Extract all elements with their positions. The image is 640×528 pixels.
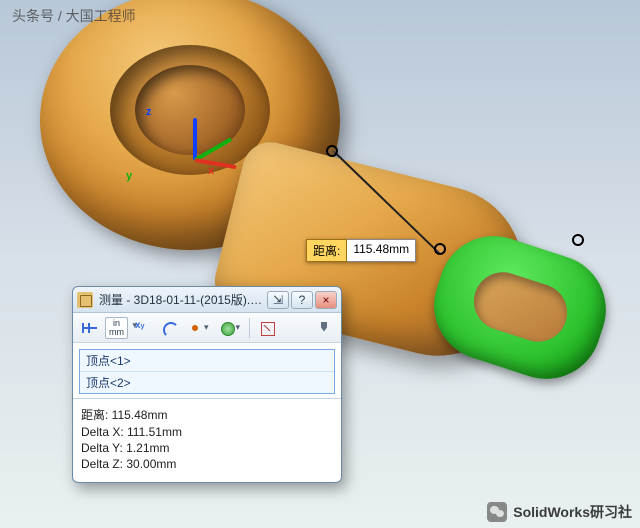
chart-icon [259, 320, 275, 336]
axis-x-label: x [208, 165, 214, 177]
units-bottom: mm [109, 328, 124, 337]
arc-icon [161, 320, 177, 336]
xyz-delta-button[interactable]: xy [132, 317, 154, 339]
globe-icon [219, 320, 235, 336]
panel-help-button[interactable]: ? [291, 291, 313, 309]
measure-point-2[interactable] [572, 234, 584, 246]
measure-icon [77, 292, 93, 308]
projected-on-button[interactable]: ▾ [216, 317, 244, 339]
panel-titlebar[interactable]: 测量 - 3D18-01-11-(2015版).SL... ⇲ ? × [73, 287, 341, 313]
point-measure-button[interactable]: ▾ [184, 317, 212, 339]
measure-point-1[interactable] [326, 145, 338, 157]
watermark-text: SolidWorks研习社 [513, 502, 632, 522]
chevron-down-icon: ▾ [236, 322, 241, 333]
watermark-bottom-right: SolidWorks研习社 [487, 502, 632, 522]
result-distance: 距离: 115.48mm [81, 405, 333, 424]
axis-z [193, 118, 197, 160]
selection-list[interactable]: 顶点<1> 顶点<2> [79, 349, 335, 394]
axis-z-label: z [146, 106, 152, 118]
dimension-callout-label: 距离: [306, 239, 347, 262]
result-delta-x: Delta X: 111.51mm [81, 424, 333, 440]
axis-y-label: y [126, 170, 132, 182]
point-icon [187, 320, 203, 336]
watermark-top-left: 头条号 / 大国工程师 [12, 6, 136, 26]
pin-panel-button[interactable] [313, 317, 335, 339]
xyz-icon: xy [135, 320, 151, 336]
result-delta-z: Delta Z: 30.00mm [81, 456, 333, 472]
panel-close-button[interactable]: × [315, 291, 337, 309]
panel-title: 测量 - 3D18-01-11-(2015版).SL... [99, 291, 265, 308]
history-graph-button[interactable] [256, 317, 278, 339]
dimension-callout-value: 115.48mm [347, 239, 416, 262]
dimension-callout[interactable]: 距离: 115.48mm [306, 239, 416, 262]
pin-icon [316, 320, 332, 336]
distance-icon [82, 320, 98, 336]
panel-toolbar: in mm ▾ xy ▾ ▾ [73, 313, 341, 343]
origin-triad[interactable] [155, 118, 235, 198]
measure-tool-panel[interactable]: 测量 - 3D18-01-11-(2015版).SL... ⇲ ? × in m… [72, 286, 342, 483]
chevron-down-icon: ▾ [204, 322, 209, 333]
toolbar-separator [249, 318, 250, 338]
selection-item[interactable]: 顶点<2> [80, 372, 334, 393]
panel-collapse-button[interactable]: ⇲ [267, 291, 289, 309]
axis-x [195, 158, 237, 169]
measure-point-3[interactable] [434, 243, 446, 255]
results-box[interactable]: 距离: 115.48mm Delta X: 111.51mm Delta Y: … [73, 398, 341, 482]
units-dropdown[interactable]: in mm ▾ [105, 317, 128, 339]
result-delta-y: Delta Y: 1.21mm [81, 440, 333, 456]
arc-measure-button[interactable] [158, 317, 180, 339]
wechat-icon [487, 502, 507, 522]
distance-entity-button[interactable] [79, 317, 101, 339]
selection-item[interactable]: 顶点<1> [80, 350, 334, 372]
